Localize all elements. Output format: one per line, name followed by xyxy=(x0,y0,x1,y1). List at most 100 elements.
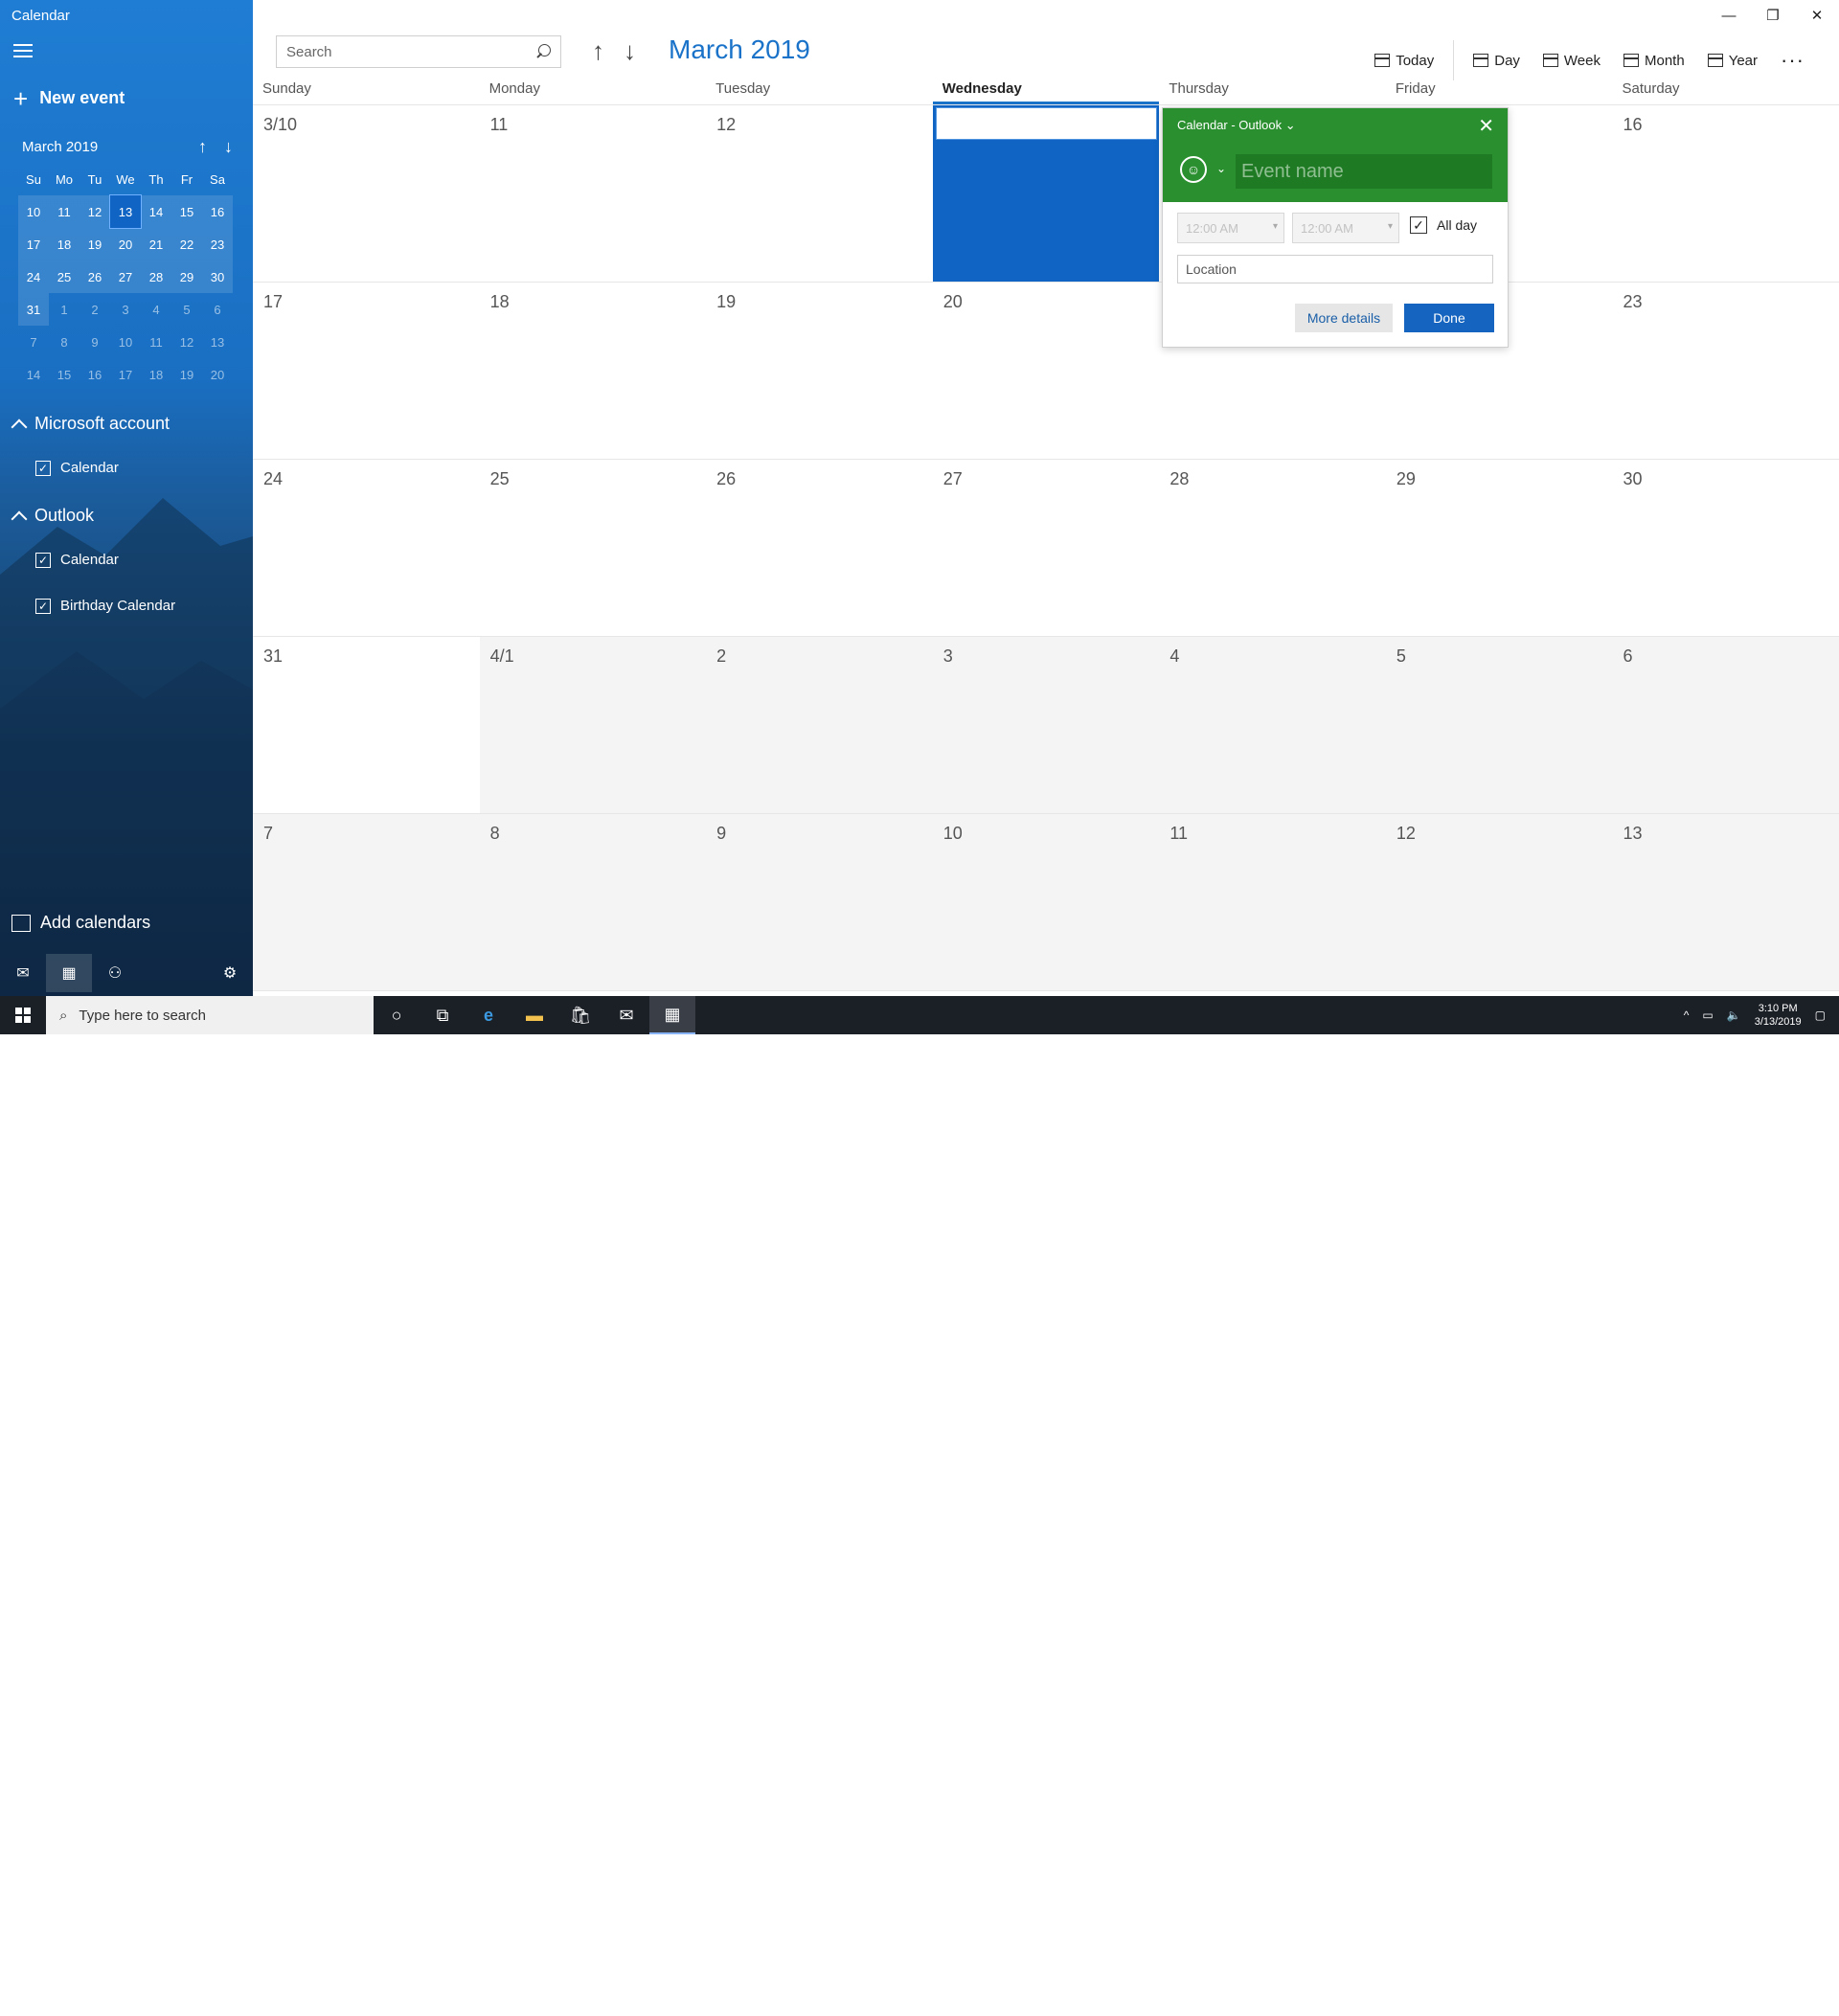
mini-calendar-day[interactable]: 14 xyxy=(141,195,171,228)
day-cell[interactable]: 6 xyxy=(1612,637,1839,813)
mini-calendar-day[interactable]: 21 xyxy=(141,228,171,260)
task-view-icon[interactable]: ⧉ xyxy=(420,996,465,1034)
day-cell[interactable]: 9 xyxy=(706,814,933,990)
day-cell[interactable]: 27 xyxy=(933,460,1160,636)
month-title[interactable]: March 2019 xyxy=(669,34,810,65)
day-cell[interactable]: 8 xyxy=(479,814,707,990)
day-cell[interactable]: 17 xyxy=(253,283,480,459)
store-icon[interactable]: 🛍 xyxy=(557,996,603,1034)
arrow-down-icon[interactable]: ↓ xyxy=(224,137,233,157)
mini-calendar-day[interactable]: 6 xyxy=(202,293,233,326)
mini-calendar-title[interactable]: March 2019 xyxy=(22,139,98,155)
day-cell[interactable]: 13 xyxy=(1612,814,1839,990)
start-button[interactable] xyxy=(0,996,46,1034)
day-cell[interactable]: 13 xyxy=(932,105,1160,282)
mini-calendar-day[interactable]: 27 xyxy=(110,260,141,293)
day-cell[interactable]: 19 xyxy=(706,283,933,459)
mini-calendar-day[interactable]: 2 xyxy=(79,293,110,326)
day-cell[interactable]: 3/10 xyxy=(253,105,480,282)
hamburger-menu-icon[interactable] xyxy=(13,44,33,59)
day-cell[interactable]: 20 xyxy=(933,283,1160,459)
mini-calendar-day[interactable]: 19 xyxy=(171,358,202,391)
day-cell[interactable]: 24 xyxy=(253,460,480,636)
mini-calendar-day[interactable]: 9 xyxy=(79,326,110,358)
arrow-up-icon[interactable]: ↑ xyxy=(198,137,207,157)
volume-icon[interactable]: 🔈 xyxy=(1727,1008,1741,1022)
calendar-toggle[interactable]: ✓ Calendar xyxy=(35,552,119,568)
taskbar-search-input[interactable]: ⌕ Type here to search xyxy=(46,996,374,1034)
account-section-header[interactable]: Microsoft account xyxy=(11,414,170,435)
mini-calendar-day[interactable]: 20 xyxy=(110,228,141,260)
day-cell[interactable]: 4/1 xyxy=(479,637,707,813)
day-cell[interactable]: 5 xyxy=(1385,637,1613,813)
mini-calendar-day[interactable]: 10 xyxy=(18,195,49,228)
clock[interactable]: 3:10 PM 3/13/2019 xyxy=(1755,1002,1802,1029)
day-cell[interactable]: 2 xyxy=(706,637,933,813)
gear-icon[interactable]: ⚙ xyxy=(207,954,253,992)
week-view-button[interactable]: Week xyxy=(1542,53,1601,69)
year-view-button[interactable]: Year xyxy=(1707,53,1758,69)
mini-calendar-day[interactable]: 12 xyxy=(79,195,110,228)
day-cell[interactable]: 11 xyxy=(480,105,707,282)
network-icon[interactable]: ▭ xyxy=(1702,1008,1713,1022)
day-cell[interactable]: 11 xyxy=(1159,814,1386,990)
mini-calendar-day[interactable]: 11 xyxy=(49,195,79,228)
people-icon[interactable]: ⚇ xyxy=(92,954,138,992)
account-section-header[interactable]: Outlook xyxy=(11,506,94,527)
done-button[interactable]: Done xyxy=(1404,304,1494,332)
chevron-down-icon[interactable]: ⌄ xyxy=(1216,162,1226,175)
day-cell[interactable]: 18 xyxy=(480,283,707,459)
minimize-icon[interactable]: — xyxy=(1707,0,1751,31)
mini-calendar-day[interactable]: 17 xyxy=(110,358,141,391)
mini-calendar-day[interactable]: 5 xyxy=(171,293,202,326)
day-cell[interactable]: 3 xyxy=(932,637,1160,813)
file-explorer-icon[interactable]: ▬ xyxy=(511,996,557,1034)
next-month-arrow-icon[interactable]: ↓ xyxy=(624,36,636,66)
close-icon[interactable]: ✕ xyxy=(1478,114,1494,138)
cortana-icon[interactable]: ○ xyxy=(374,996,420,1034)
today-button[interactable]: Today xyxy=(1374,53,1434,69)
mini-calendar-day[interactable]: 18 xyxy=(49,228,79,260)
mini-calendar-day[interactable]: 18 xyxy=(141,358,171,391)
day-cell[interactable]: 30 xyxy=(1612,460,1839,636)
day-cell[interactable]: 26 xyxy=(706,460,933,636)
mini-calendar-day[interactable]: 8 xyxy=(49,326,79,358)
new-event-button[interactable]: + New event xyxy=(13,86,125,111)
mini-calendar-day[interactable]: 31 xyxy=(18,293,49,326)
mail-app-icon[interactable]: ✉ xyxy=(603,996,649,1034)
day-cell[interactable]: 4 xyxy=(1159,637,1386,813)
more-options-icon[interactable]: ··· xyxy=(1781,48,1805,73)
calendar-toggle[interactable]: ✓ Birthday Calendar xyxy=(35,598,175,614)
add-calendars-button[interactable]: Add calendars xyxy=(11,913,150,933)
location-input[interactable] xyxy=(1177,255,1493,283)
mini-calendar-day[interactable]: 17 xyxy=(18,228,49,260)
search-icon[interactable] xyxy=(535,44,551,59)
day-cell[interactable]: 16 xyxy=(1612,105,1839,282)
chevron-up-icon[interactable]: ^ xyxy=(1684,1008,1690,1022)
restore-icon[interactable]: ❐ xyxy=(1751,0,1795,31)
mini-calendar-day[interactable]: 26 xyxy=(79,260,110,293)
calendar-icon[interactable]: ▦ xyxy=(46,954,92,992)
mini-calendar-day[interactable]: 15 xyxy=(49,358,79,391)
mini-calendar-day[interactable]: 20 xyxy=(202,358,233,391)
mini-calendar-day[interactable]: 3 xyxy=(110,293,141,326)
mini-calendar-day[interactable]: 11 xyxy=(141,326,171,358)
day-view-button[interactable]: Day xyxy=(1473,53,1520,69)
more-details-button[interactable]: More details xyxy=(1295,304,1393,332)
month-view-button[interactable]: Month xyxy=(1623,53,1685,69)
mini-calendar-day[interactable]: 24 xyxy=(18,260,49,293)
mini-calendar-day[interactable]: 23 xyxy=(202,228,233,260)
calendar-toggle[interactable]: ✓ Calendar xyxy=(35,460,119,476)
mini-calendar-day[interactable]: 30 xyxy=(202,260,233,293)
calendar-app-icon[interactable]: ▦ xyxy=(649,996,695,1034)
mail-icon[interactable]: ✉ xyxy=(0,954,46,992)
day-cell[interactable]: 25 xyxy=(480,460,707,636)
mini-calendar-day[interactable]: 7 xyxy=(18,326,49,358)
end-time-select[interactable]: 12:00 AM ▾ xyxy=(1292,213,1399,243)
event-name-input[interactable] xyxy=(1236,154,1492,189)
day-cell[interactable]: 29 xyxy=(1386,460,1613,636)
day-cell[interactable]: 23 xyxy=(1612,283,1839,459)
day-cell[interactable]: 10 xyxy=(932,814,1160,990)
mini-calendar-day[interactable]: 1 xyxy=(49,293,79,326)
mini-calendar-day[interactable]: 4 xyxy=(141,293,171,326)
